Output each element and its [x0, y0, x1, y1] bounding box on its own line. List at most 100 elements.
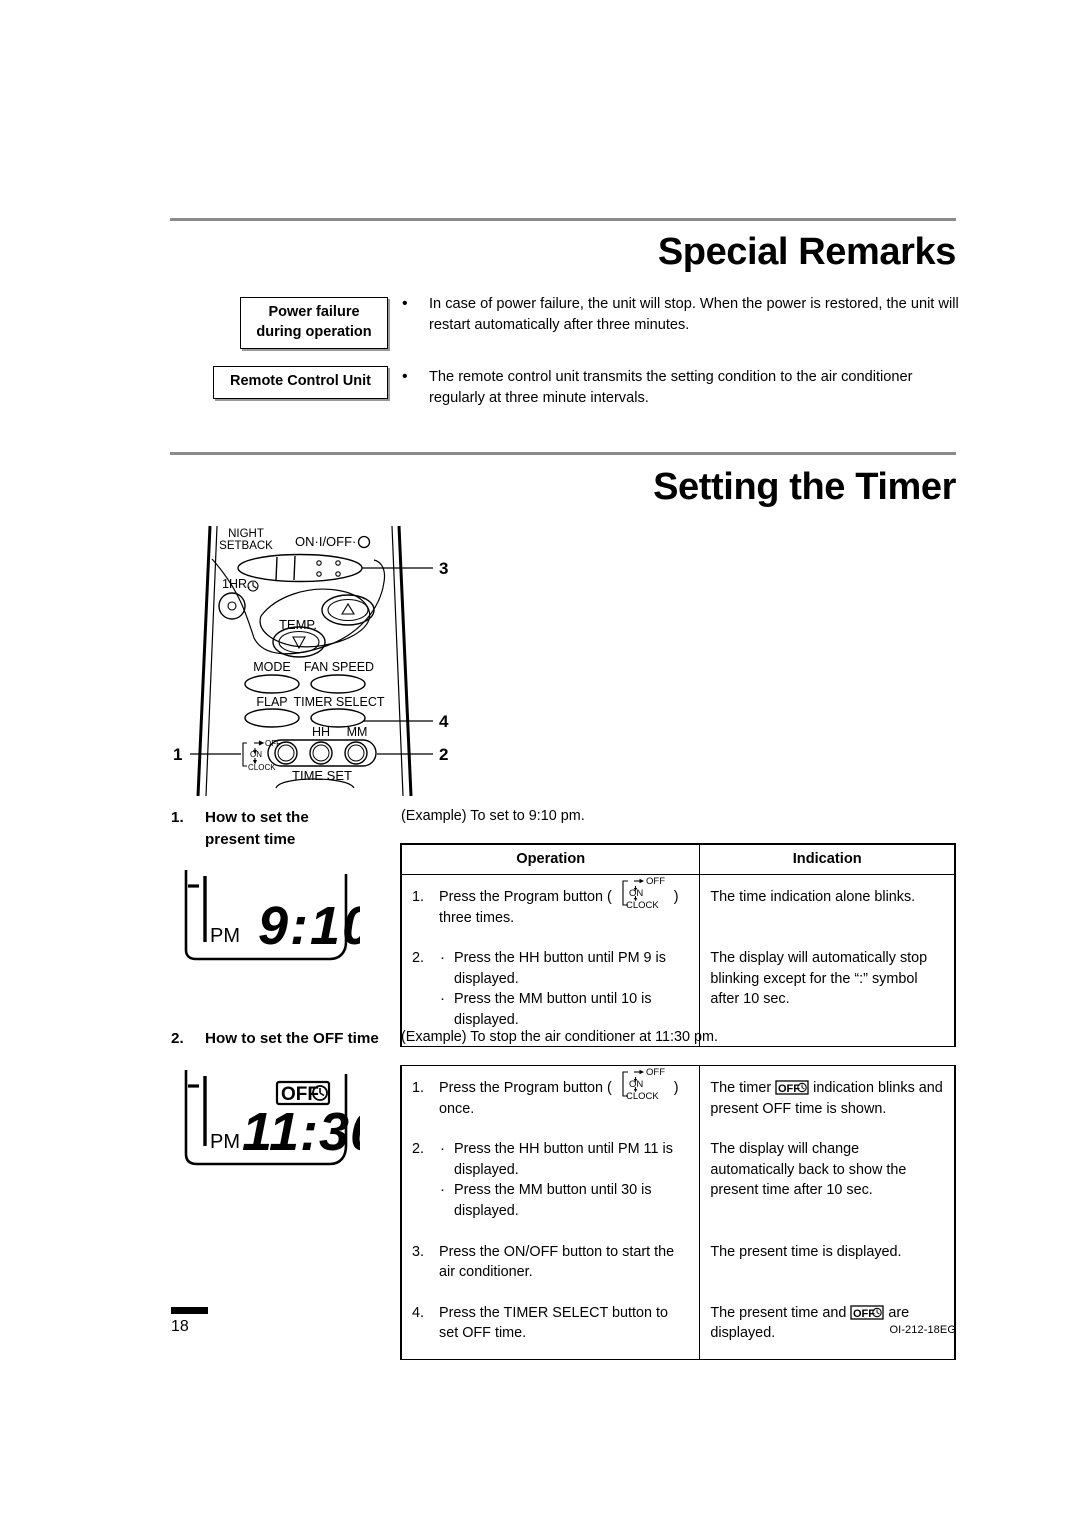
section-rule-top [170, 218, 956, 221]
operation-table-1: Operation Indication 1. Press the Progra… [400, 843, 956, 1047]
page-number: 18 [171, 1318, 189, 1335]
sub-item-text: Press the HH button until PM 9 is displa… [454, 950, 666, 987]
sub-item-text: Press the HH button until PM 11 is displ… [454, 1141, 673, 1178]
callout-2: 2 [439, 745, 448, 764]
item-number: 4. [412, 1304, 425, 1321]
item-number: 2. [412, 1141, 425, 1158]
sub-item-text: Press the MM button until 10 is displaye… [454, 991, 652, 1028]
table-row: 3. Press the ON/OFF button to start the … [400, 1232, 955, 1294]
item-number: 1. [412, 889, 425, 905]
table-row: 4. Press the TIMER SELECT button to set … [400, 1293, 955, 1359]
table-row: 2. · Press the HH button until PM 11 is … [400, 1130, 955, 1233]
time-set-group [267, 739, 377, 767]
cell-operation: 1. Press the Program button (OFF ON CLO… [400, 1066, 701, 1131]
step-heading-2: 2. How to set the OFF time [171, 1028, 411, 1050]
step-heading-line1: How to set the [205, 809, 309, 826]
label-1hr: 1HR. [222, 577, 250, 591]
remark-label-remote-control: Remote Control Unit [213, 366, 388, 399]
svg-text:OFF: OFF [853, 1308, 875, 1320]
label-prog-on: ON [250, 750, 262, 759]
svg-text:OFF: OFF [646, 1067, 665, 1078]
step-heading-line1: How to set the OFF time [205, 1030, 379, 1047]
cell-operation: 4. Press the TIMER SELECT button to set … [400, 1293, 701, 1359]
fan-speed-button [310, 674, 366, 694]
program-button-symbol: OFF ON CLOCK [612, 1067, 674, 1101]
bullet-icon: • [402, 368, 408, 385]
cell-operation: 2. · Press the HH button until PM 11 is … [400, 1130, 701, 1233]
cell-operation: 1. Press the Program button (OFF ON CLO… [400, 874, 701, 940]
mode-button [244, 674, 300, 694]
page-title-special-remarks: Special Remarks [657, 231, 957, 273]
operation-text: Press the ON/OFF button to start the air… [439, 1243, 675, 1281]
step-heading-1: 1. How to set the present time [171, 807, 396, 851]
label-mm: MM [347, 725, 368, 739]
column-header-indication: Indication [699, 844, 955, 875]
operation-text: Press the TIMER SELECT button to set OFF… [439, 1304, 669, 1342]
operation-text-before: Press the Program button ( [439, 1080, 612, 1096]
item-number: 3. [412, 1243, 425, 1260]
callout-1: 1 [173, 745, 182, 764]
svg-text:OFF: OFF [778, 1083, 800, 1095]
cell-operation: 3. Press the ON/OFF button to start the … [400, 1232, 701, 1294]
cell-indication: The time indication alone blinks. [699, 874, 955, 940]
example-caption-2: (Example) To stop the air conditioner at… [401, 1029, 719, 1045]
footer-marker-bar [171, 1307, 208, 1314]
sub-item: · Press the MM button until 30 is displa… [439, 1180, 689, 1221]
operation-text-before: Press the Program button ( [439, 889, 612, 905]
callout-3: 3 [439, 559, 448, 578]
remark-label-power-failure: Power failure during operation [240, 297, 388, 350]
item-number: 1. [412, 1080, 425, 1096]
sub-item: · Press the HH button until PM 9 is disp… [439, 948, 689, 989]
remark-text-power-failure: • In case of power failure, the unit wil… [402, 294, 959, 337]
remark-label-line2: during operation [256, 323, 372, 340]
remark-label-line1: Power failure [268, 304, 360, 320]
example-caption-1: (Example) To set to 9:10 pm. [401, 808, 585, 824]
label-night: NIGHT [228, 528, 264, 540]
off-timer-glyph: OFF [850, 1305, 885, 1320]
page-title-setting-timer: Setting the Timer [653, 466, 956, 508]
label-prog-off: OFF [265, 739, 281, 748]
lcd-display-off-time: OFF PM 11:30 [180, 1062, 360, 1177]
label-prog-clock: CLOCK [248, 763, 276, 772]
label-mode: MODE [253, 660, 291, 674]
off-timer-glyph: OFF [775, 1080, 809, 1095]
label-flap: FLAP [256, 695, 287, 709]
label-hh: HH [312, 725, 330, 739]
indication-text-before: The present time and [710, 1304, 851, 1321]
section-rule-timer [170, 452, 956, 455]
step-number: 1. [171, 809, 184, 826]
svg-text:OFF: OFF [646, 876, 665, 887]
cell-indication: The timer OFF indication blinks and pres… [699, 1066, 955, 1131]
sub-item: · Press the HH button until PM 11 is dis… [439, 1139, 689, 1180]
svg-text:CLOCK: CLOCK [626, 1091, 659, 1101]
sub-item: · Press the MM button until 10 is displa… [439, 989, 689, 1030]
remote-control-diagram: NIGHT SETBACK ON·I/OFF· 1HR. TEMP. MODE … [168, 518, 468, 803]
lcd-display-present-time: PM 9:10 [180, 862, 360, 967]
indication-text-before: The timer [710, 1080, 776, 1096]
lcd-time-value: 11:30 [242, 1102, 360, 1162]
table-row: 1. Press the Program button (OFF ON CLO… [400, 1066, 955, 1131]
column-header-operation: Operation [400, 844, 701, 875]
svg-text:11:30: 11:30 [242, 1102, 360, 1162]
label-temp: TEMP. [279, 617, 317, 632]
remark-label-text: Remote Control Unit [230, 373, 371, 389]
program-button-symbol: OFF ON CLOCK [612, 876, 674, 910]
operation-table-2: 1. Press the Program button (OFF ON CLO… [400, 1065, 956, 1360]
bullet-icon: · [440, 1181, 445, 1199]
one-hour-button [218, 592, 246, 620]
on-off-button [237, 553, 363, 583]
bullet-icon: · [440, 949, 445, 967]
document-code: OI-212-18EG [889, 1324, 956, 1336]
lcd-pm-indicator: PM [210, 1131, 240, 1153]
bullet-icon: · [440, 1140, 445, 1158]
step-number: 2. [171, 1030, 184, 1047]
lcd-pm-indicator: PM [210, 925, 240, 947]
step-heading-line2: present time [205, 831, 296, 849]
label-fan-speed: FAN SPEED [304, 660, 374, 674]
temp-up-button [321, 594, 375, 626]
cell-indication: The display will automatically stop blin… [699, 939, 955, 1046]
svg-text:CLOCK: CLOCK [626, 900, 659, 910]
remark-text-remote-control: • The remote control unit transmits the … [402, 367, 929, 410]
svg-text:9:10: 9:10 [258, 896, 360, 956]
label-time-set: TIME SET [292, 768, 352, 783]
